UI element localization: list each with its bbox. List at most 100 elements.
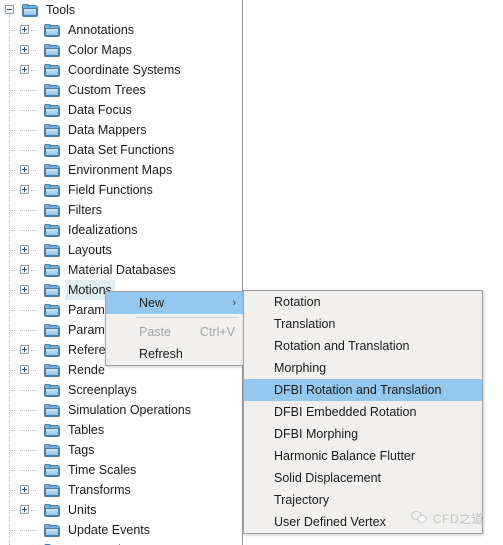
tree-expander-plus[interactable] [20, 25, 29, 34]
folder-icon [44, 203, 60, 217]
submenu-item-rotation[interactable]: Rotation [244, 291, 482, 313]
tree-item-annotations[interactable]: Annotations [0, 20, 242, 40]
folder-icon [44, 263, 60, 277]
tree-item-data-set-functions[interactable]: Data Set Functions [0, 140, 242, 160]
tree-item-time-scales[interactable]: Time Scales [0, 460, 242, 480]
tree-item-user-code[interactable]: User Code [0, 540, 242, 545]
tree-item-label: Material Databases [68, 263, 176, 277]
submenu-item-dfbi-rotation-and-translation[interactable]: DFBI Rotation and Translation [244, 379, 482, 401]
folder-icon [44, 403, 60, 417]
tree-guide-stub [20, 530, 37, 531]
context-menu[interactable]: New › Paste Ctrl+V Refresh [105, 291, 246, 366]
submenu-item-user-defined-vertex[interactable]: User Defined Vertex [244, 511, 482, 533]
tree-item-label: Param [68, 323, 105, 337]
tree-expander-plus[interactable] [20, 165, 29, 174]
tree-guide-stub [10, 470, 16, 471]
tree-guide-stub [10, 450, 16, 451]
tree-item-tables[interactable]: Tables [0, 420, 242, 440]
folder-icon [44, 103, 60, 117]
tree-guide-stub [31, 190, 37, 191]
submenu-item-translation[interactable]: Translation [244, 313, 482, 335]
tree-guide-stub [10, 430, 16, 431]
tree-item-screenplays[interactable]: Screenplays [0, 380, 242, 400]
submenu-item-morphing[interactable]: Morphing [244, 357, 482, 379]
tree-expander-plus[interactable] [20, 245, 29, 254]
submenu-item-harmonic-balance-flutter[interactable]: Harmonic Balance Flutter [244, 445, 482, 467]
menu-item-new[interactable]: New › [106, 292, 245, 314]
tree-guide-stub [10, 70, 16, 71]
tree-expander-plus[interactable] [20, 45, 29, 54]
submenu-item-rotation-and-translation[interactable]: Rotation and Translation [244, 335, 482, 357]
folder-icon [44, 383, 60, 397]
tree-guide-stub [20, 450, 37, 451]
tree-item-label: Tables [68, 423, 105, 437]
new-motion-submenu[interactable]: Rotation Translation Rotation and Translat… [243, 290, 483, 534]
tree-item-label: Tools [46, 3, 76, 17]
tree-guide-stub [20, 390, 37, 391]
tree-expander-plus[interactable] [20, 265, 29, 274]
tree-item-environment-maps[interactable]: Environment Maps [0, 160, 242, 180]
tree-item-custom-trees[interactable]: Custom Trees [0, 80, 242, 100]
submenu-item-label: DFBI Morphing [274, 427, 359, 441]
folder-icon [44, 343, 60, 357]
submenu-item-dfbi-embedded-rotation[interactable]: DFBI Embedded Rotation [244, 401, 482, 423]
submenu-item-label: Rotation [274, 295, 321, 309]
tree-guide-stub [10, 270, 16, 271]
folder-icon [44, 463, 60, 477]
tree-guide-stub [31, 510, 37, 511]
folder-icon [44, 223, 60, 237]
tree-expander-plus[interactable] [20, 345, 29, 354]
tree-item-data-mappers[interactable]: Data Mappers [0, 120, 242, 140]
tree-guide-stub [10, 130, 16, 131]
tree-guide-stub [31, 350, 37, 351]
tree-item-label: Tags [68, 443, 95, 457]
tree-item-layouts[interactable]: Layouts [0, 240, 242, 260]
tree-item-update-events[interactable]: Update Events [0, 520, 242, 540]
tree-expander-plus[interactable] [20, 65, 29, 74]
menu-item-refresh[interactable]: Refresh [106, 343, 245, 365]
chevron-right-icon: › [232, 296, 236, 309]
tree-guide-stub [10, 290, 16, 291]
tree-expander-plus[interactable] [20, 185, 29, 194]
tree-item-label: Coordinate Systems [68, 63, 181, 77]
menu-item-shortcut: Ctrl+V [199, 325, 235, 339]
tree-item-tags[interactable]: Tags [0, 440, 242, 460]
submenu-item-solid-displacement[interactable]: Solid Displacement [244, 467, 482, 489]
simulation-tree-panel[interactable]: Tools Annotations Color Maps Coordinate Sys… [0, 0, 243, 545]
tree-expander-plus[interactable] [20, 505, 29, 514]
tree-item-label: Rende [68, 363, 105, 377]
menu-item-label: Refresh [139, 347, 183, 361]
tree-item-label: Screenplays [68, 383, 137, 397]
tree-guide-stub [10, 110, 16, 111]
tree-item-data-focus[interactable]: Data Focus [0, 100, 242, 120]
tree-expander-plus[interactable] [20, 365, 29, 374]
tree-item-units[interactable]: Units [0, 500, 242, 520]
folder-icon [44, 63, 60, 77]
tree-item-simulation-operations[interactable]: Simulation Operations [0, 400, 242, 420]
tree-expander-minus[interactable] [5, 5, 14, 14]
menu-item-label: New [139, 296, 165, 310]
tree-guide-stub [31, 170, 37, 171]
tree-item-color-maps[interactable]: Color Maps [0, 40, 242, 60]
folder-icon [44, 143, 60, 157]
tree-guide-stub [10, 190, 16, 191]
tree-guide-stub [10, 210, 16, 211]
tree-item-label: Update Events [68, 523, 150, 537]
tree-expander-plus[interactable] [20, 485, 29, 494]
folder-icon [44, 363, 60, 377]
tree-item-idealizations[interactable]: Idealizations [0, 220, 242, 240]
folder-icon [44, 323, 60, 337]
tree-item-coordinate-systems[interactable]: Coordinate Systems [0, 60, 242, 80]
submenu-item-dfbi-morphing[interactable]: DFBI Morphing [244, 423, 482, 445]
screenshot-root: Tools Annotations Color Maps Coordinate Sys… [0, 0, 503, 545]
tree-guide-stub [10, 330, 16, 331]
tree-item-material-databases[interactable]: Material Databases [0, 260, 242, 280]
tree-item-label: Data Focus [68, 103, 132, 117]
tree-item-tools[interactable]: Tools [0, 0, 242, 20]
tree-item-field-functions[interactable]: Field Functions [0, 180, 242, 200]
submenu-item-trajectory[interactable]: Trajectory [244, 489, 482, 511]
tree-item-label: Layouts [68, 243, 112, 257]
tree-expander-plus[interactable] [20, 285, 29, 294]
tree-item-transforms[interactable]: Transforms [0, 480, 242, 500]
tree-item-filters[interactable]: Filters [0, 200, 242, 220]
